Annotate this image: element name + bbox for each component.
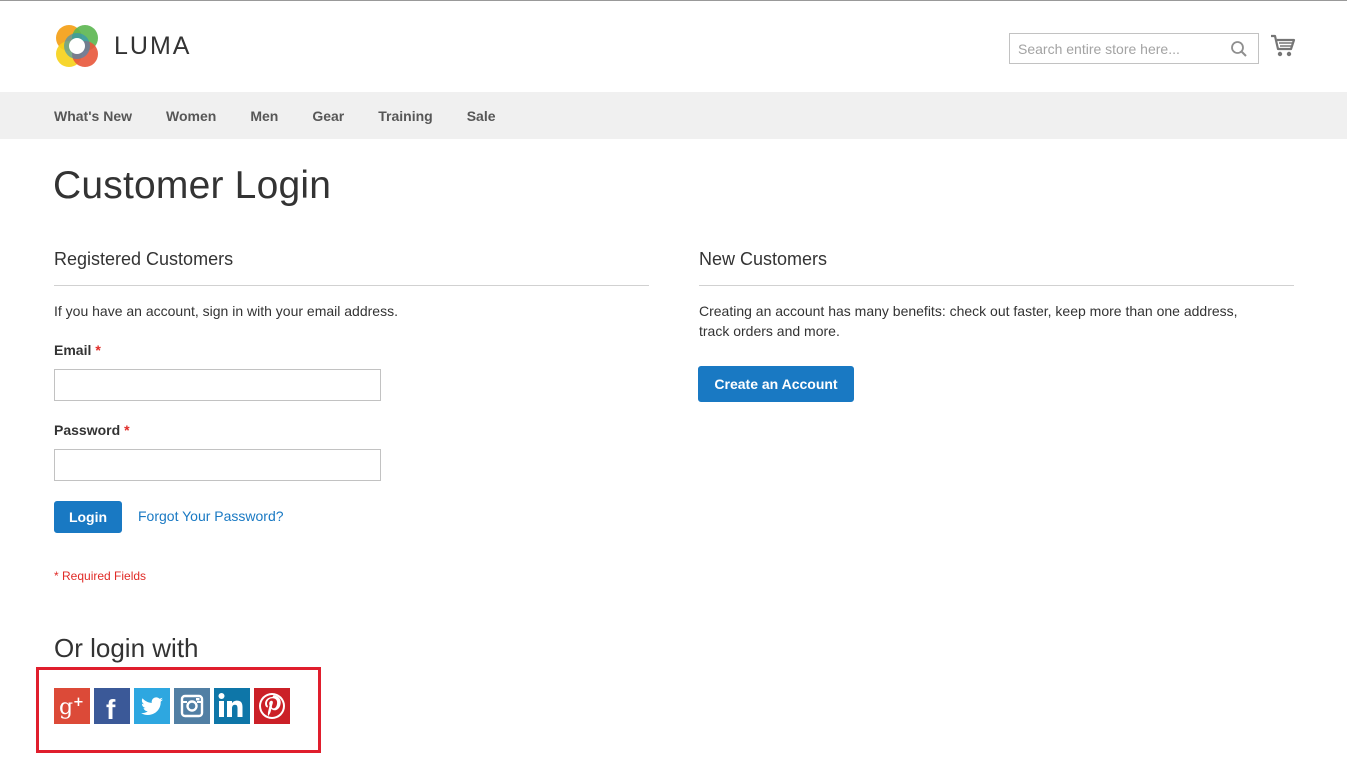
- pinterest-login[interactable]: [254, 688, 290, 724]
- password-label: Password *: [54, 422, 130, 438]
- search-bar: [1009, 33, 1259, 64]
- forgot-password-link[interactable]: Forgot Your Password?: [138, 508, 284, 524]
- store-logo[interactable]: LUMA: [54, 23, 191, 69]
- brand-name: LUMA: [114, 31, 192, 60]
- instagram-login[interactable]: [174, 688, 210, 724]
- google-plus-icon: g +: [54, 688, 90, 724]
- pinterest-icon: [254, 688, 290, 724]
- email-required-marker: *: [95, 342, 101, 358]
- registered-divider: [54, 285, 649, 286]
- nav-item-men[interactable]: Men: [250, 108, 278, 124]
- new-customers-intro-line1: Creating an account has many benefits: c…: [699, 303, 1238, 319]
- registered-customers-title: Registered Customers: [54, 249, 234, 269]
- password-field[interactable]: [54, 449, 381, 481]
- email-label-text: Email: [54, 342, 92, 358]
- nav-item-gear[interactable]: Gear: [312, 108, 344, 124]
- facebook-icon: f: [94, 688, 130, 724]
- registered-intro: If you have an account, sign in with you…: [54, 303, 398, 319]
- svg-text:f: f: [106, 694, 116, 724]
- svg-text:+: +: [73, 695, 84, 710]
- search-input[interactable]: [1010, 34, 1220, 63]
- nav-item-training[interactable]: Training: [378, 108, 432, 124]
- page-title: Customer Login: [53, 164, 332, 207]
- instagram-icon: [174, 688, 210, 724]
- google-plus-login[interactable]: g +: [54, 688, 90, 724]
- email-label: Email *: [54, 342, 101, 358]
- search-icon[interactable]: [1230, 40, 1248, 58]
- facebook-login[interactable]: f: [94, 688, 130, 724]
- new-customers-divider: [699, 285, 1294, 286]
- new-customers-intro-line2: track orders and more.: [699, 323, 840, 339]
- luma-logo-icon: [56, 25, 98, 67]
- required-fields-note: * Required Fields: [54, 569, 147, 583]
- linkedin-icon: [214, 688, 250, 724]
- social-login-title: Or login with: [54, 633, 199, 663]
- nav-item-whats-new[interactable]: What's New: [54, 108, 132, 124]
- main-navigation: What's New Women Men Gear Training Sale: [0, 92, 1347, 139]
- email-field[interactable]: [54, 369, 381, 401]
- password-label-text: Password: [54, 422, 121, 438]
- nav-item-women[interactable]: Women: [166, 108, 216, 124]
- twitter-login[interactable]: [134, 688, 170, 724]
- new-customers-title: New Customers: [699, 249, 828, 269]
- twitter-icon: [134, 688, 170, 724]
- shopping-cart-icon[interactable]: [1270, 34, 1296, 58]
- svg-text:g: g: [59, 695, 73, 720]
- create-account-button[interactable]: Create an Account: [698, 366, 854, 402]
- top-border: [0, 0, 1347, 1]
- linkedin-login[interactable]: [214, 688, 250, 724]
- login-button[interactable]: Login: [54, 501, 122, 533]
- password-required-marker: *: [124, 422, 130, 438]
- nav-item-sale[interactable]: Sale: [467, 108, 496, 124]
